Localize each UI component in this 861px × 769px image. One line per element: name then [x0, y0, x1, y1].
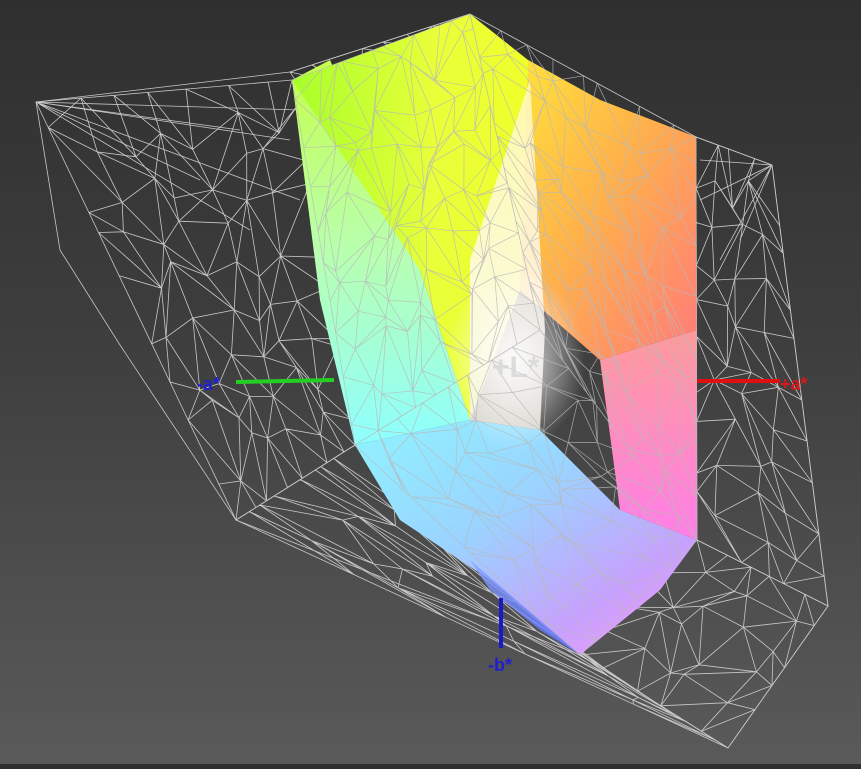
wireframe-fan	[35, 101, 301, 231]
gamut-3d-scene: -a* +a* -b* +L*	[35, 13, 829, 749]
green-axis-line	[235, 378, 335, 384]
axis-label-minus-a: -a*	[197, 374, 220, 394]
axis-plus-a: +a*	[697, 374, 808, 394]
axis-label-plus-a: +a*	[780, 374, 808, 394]
axis-label-plus-l: +L*	[492, 351, 540, 384]
axis-label-minus-b: -b*	[488, 655, 512, 675]
wireframe-fan	[699, 159, 773, 261]
wireframe-mesh	[695, 136, 829, 607]
display-gamut-solid	[292, 14, 697, 655]
axis-plus-l: +L*	[492, 351, 540, 384]
gamut-3d-viewport[interactable]: -a* +a* -b* +L*	[0, 0, 861, 764]
